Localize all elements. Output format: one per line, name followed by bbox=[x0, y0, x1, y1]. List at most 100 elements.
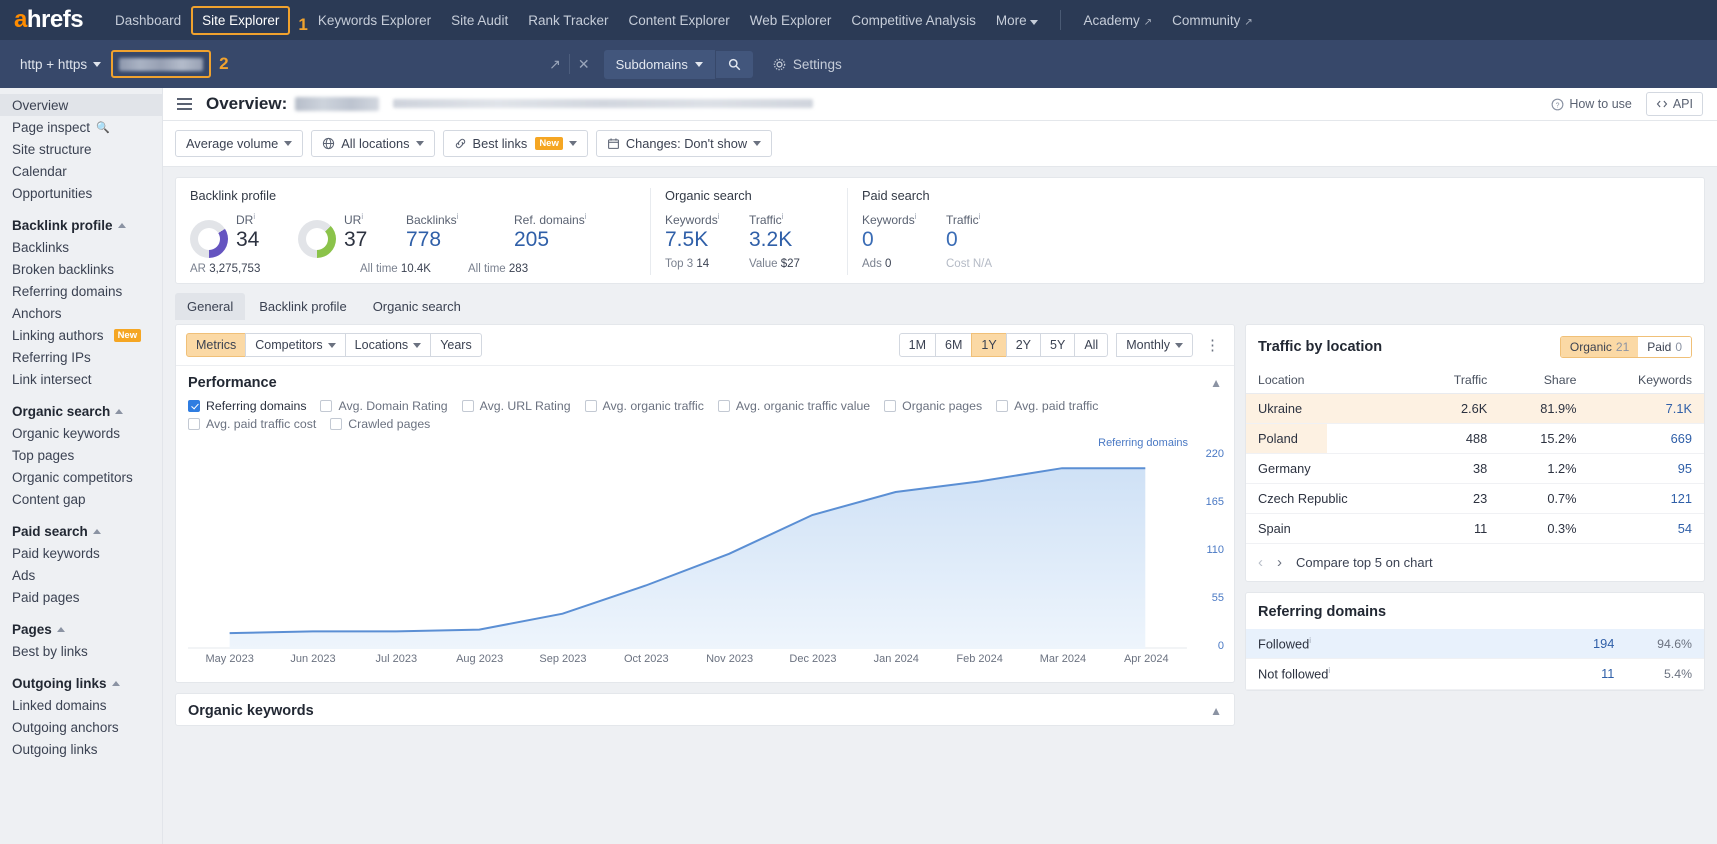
nav-site-explorer[interactable]: Site Explorer bbox=[191, 5, 291, 35]
settings-button[interactable]: Settings bbox=[773, 57, 842, 72]
chart-mode-competitors[interactable]: Competitors bbox=[245, 333, 346, 357]
info-icon[interactable]: i bbox=[1328, 666, 1330, 675]
info-icon[interactable]: i bbox=[718, 212, 720, 221]
sidebar-item-outgoing-links[interactable]: Outgoing links bbox=[0, 738, 162, 760]
info-icon[interactable]: i bbox=[253, 212, 255, 221]
checkbox-referring-domains[interactable]: Referring domains bbox=[188, 399, 306, 413]
sidebar-item-calendar[interactable]: Calendar bbox=[0, 160, 162, 182]
col-keywords[interactable]: Keywords bbox=[1588, 367, 1704, 394]
cell-keywords[interactable]: 7.1K bbox=[1588, 393, 1704, 424]
col-traffic[interactable]: Traffic bbox=[1414, 367, 1500, 394]
checkbox-crawled-pages[interactable]: Crawled pages bbox=[330, 417, 430, 431]
granularity-monthly[interactable]: Monthly bbox=[1116, 333, 1193, 357]
api-button[interactable]: API bbox=[1645, 92, 1703, 116]
metric-ref-domains[interactable]: Ref. domainsi 205 bbox=[514, 212, 620, 253]
metric-backlinks[interactable]: Backlinksi 778 bbox=[406, 212, 498, 253]
nav-competitive-analysis[interactable]: Competitive Analysis bbox=[841, 6, 986, 35]
toggle-organic[interactable]: Organic 21 bbox=[1560, 337, 1639, 357]
filter-all-locations[interactable]: All locations bbox=[311, 130, 435, 157]
sidebar-item-top-pages[interactable]: Top pages bbox=[0, 444, 162, 466]
table-row[interactable]: Czech Republic 23 0.7% 121 bbox=[1246, 483, 1704, 514]
sidebar-item-broken-backlinks[interactable]: Broken backlinks bbox=[0, 258, 162, 280]
table-row[interactable]: Not followedi 11 5.4% bbox=[1246, 658, 1704, 690]
tab-backlink-profile[interactable]: Backlink profile bbox=[247, 293, 358, 320]
sidebar-item-site-structure[interactable]: Site structure bbox=[0, 138, 162, 160]
sidebar-item-linked-domains[interactable]: Linked domains bbox=[0, 694, 162, 716]
more-options-icon[interactable]: ⋮ bbox=[1201, 338, 1224, 353]
toggle-paid[interactable]: Paid 0 bbox=[1638, 337, 1691, 357]
range-1y[interactable]: 1Y bbox=[971, 333, 1007, 357]
sidebar-item-opportunities[interactable]: Opportunities bbox=[0, 182, 162, 204]
chart-plot-area[interactable]: 220 165 110 55 0 bbox=[188, 448, 1234, 652]
sidebar-item-paid-keywords[interactable]: Paid keywords bbox=[0, 542, 162, 564]
checkbox-avg-organic-traffic[interactable]: Avg. organic traffic bbox=[584, 399, 704, 413]
nav-site-audit[interactable]: Site Audit bbox=[441, 6, 518, 35]
ahrefs-logo[interactable]: ahrefs bbox=[14, 6, 84, 34]
sidebar-item-paid-pages[interactable]: Paid pages bbox=[0, 586, 162, 608]
cell-keywords[interactable]: 95 bbox=[1588, 453, 1704, 484]
checkbox-avg-url-rating[interactable]: Avg. URL Rating bbox=[461, 399, 571, 413]
metric-organic-traffic[interactable]: Traffici 3.2K bbox=[749, 212, 817, 253]
nav-web-explorer[interactable]: Web Explorer bbox=[740, 6, 842, 35]
metric-paid-traffic[interactable]: Traffici 0 bbox=[946, 212, 1014, 253]
chart-mode-metrics[interactable]: Metrics bbox=[186, 333, 247, 357]
chevron-right-icon[interactable]: › bbox=[1277, 554, 1282, 571]
cell-followed-value[interactable]: 194 bbox=[1566, 629, 1627, 660]
col-location[interactable]: Location bbox=[1246, 367, 1415, 394]
range-5y[interactable]: 5Y bbox=[1040, 333, 1076, 357]
compare-top5-label[interactable]: Compare top 5 on chart bbox=[1296, 555, 1433, 570]
checkbox-avg-domain-rating[interactable]: Avg. Domain Rating bbox=[320, 399, 448, 413]
sidebar-item-ads[interactable]: Ads bbox=[0, 564, 162, 586]
sidebar-group-outgoing-links[interactable]: Outgoing links bbox=[0, 672, 162, 694]
url-input[interactable] bbox=[111, 50, 212, 78]
tab-organic-search[interactable]: Organic search bbox=[361, 293, 473, 320]
sidebar-group-organic-search[interactable]: Organic search bbox=[0, 400, 162, 422]
checkbox-avg-organic-traffic-value[interactable]: Avg. organic traffic value bbox=[717, 399, 870, 413]
cell-keywords[interactable]: 121 bbox=[1588, 483, 1704, 514]
checkbox-avg-paid-traffic-cost[interactable]: Avg. paid traffic cost bbox=[188, 417, 316, 431]
table-row[interactable]: Ukraine 2.6K 81.9% 7.1K bbox=[1246, 393, 1704, 424]
checkbox-avg-paid-traffic[interactable]: Avg. paid traffic bbox=[996, 399, 1098, 413]
nav-academy[interactable]: Academy ↗ bbox=[1073, 6, 1162, 35]
info-icon[interactable]: i bbox=[457, 212, 459, 221]
tab-general[interactable]: General bbox=[175, 293, 246, 320]
nav-keywords-explorer[interactable]: Keywords Explorer bbox=[308, 6, 441, 35]
info-icon[interactable]: i bbox=[979, 212, 981, 221]
metric-dr[interactable]: DRi 34 bbox=[236, 212, 282, 253]
info-icon[interactable]: i bbox=[361, 212, 363, 221]
nav-more[interactable]: More bbox=[986, 6, 1049, 35]
cell-keywords[interactable]: 54 bbox=[1588, 513, 1704, 544]
close-icon[interactable]: ✕ bbox=[570, 56, 598, 73]
sidebar-group-paid-search[interactable]: Paid search bbox=[0, 520, 162, 542]
metric-ur[interactable]: URi 37 bbox=[344, 212, 390, 253]
sidebar-item-organic-keywords[interactable]: Organic keywords bbox=[0, 422, 162, 444]
chevron-up-icon[interactable]: ▲ bbox=[1210, 704, 1222, 718]
table-row[interactable]: Poland 488 15.2% 669 bbox=[1246, 423, 1704, 454]
filter-best-links[interactable]: Best links New bbox=[442, 130, 588, 157]
table-row[interactable]: Spain 11 0.3% 54 bbox=[1246, 513, 1704, 544]
sidebar-item-referring-ips[interactable]: Referring IPs bbox=[0, 346, 162, 368]
nav-content-explorer[interactable]: Content Explorer bbox=[618, 6, 739, 35]
sidebar-item-backlinks[interactable]: Backlinks bbox=[0, 236, 162, 258]
nav-rank-tracker[interactable]: Rank Tracker bbox=[518, 6, 618, 35]
table-row[interactable]: Germany 38 1.2% 95 bbox=[1246, 453, 1704, 484]
range-2y[interactable]: 2Y bbox=[1005, 333, 1042, 357]
info-icon[interactable]: i bbox=[585, 212, 587, 221]
nav-dashboard[interactable]: Dashboard bbox=[105, 6, 191, 35]
info-icon[interactable]: i bbox=[1309, 636, 1311, 645]
range-6m[interactable]: 6M bbox=[935, 333, 973, 357]
sidebar-item-best-by-links[interactable]: Best by links bbox=[0, 640, 162, 662]
sidebar-item-page-inspect[interactable]: Page inspect 🔍 bbox=[0, 116, 162, 138]
sidebar-item-overview[interactable]: Overview bbox=[0, 94, 162, 116]
chart-mode-locations[interactable]: Locations bbox=[344, 333, 432, 357]
chart-mode-years[interactable]: Years bbox=[430, 333, 482, 357]
protocol-select[interactable]: http + https bbox=[10, 51, 111, 78]
menu-toggle-icon[interactable] bbox=[177, 95, 192, 113]
metric-organic-keywords[interactable]: Keywordsi 7.5K bbox=[665, 212, 733, 253]
scope-select-subdomains[interactable]: Subdomains bbox=[603, 49, 715, 79]
range-all[interactable]: All bbox=[1074, 333, 1109, 357]
filter-average-volume[interactable]: Average volume bbox=[175, 130, 304, 157]
chevron-left-icon[interactable]: ‹ bbox=[1258, 554, 1263, 571]
sidebar-item-anchors[interactable]: Anchors bbox=[0, 302, 162, 324]
info-icon[interactable]: i bbox=[915, 212, 917, 221]
